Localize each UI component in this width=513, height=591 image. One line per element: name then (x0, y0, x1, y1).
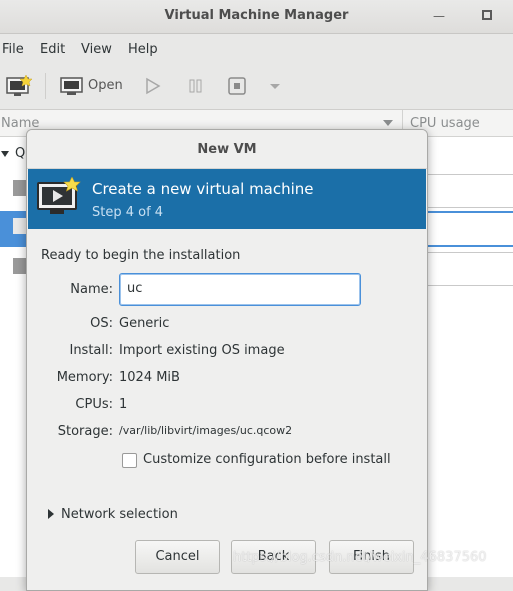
stop-icon (228, 77, 246, 95)
cpus-label: CPUs: (75, 397, 113, 412)
sort-down-icon[interactable] (382, 118, 394, 128)
minimize-icon[interactable]: — (432, 9, 446, 23)
play-icon (146, 77, 161, 95)
storage-label: Storage: (57, 424, 113, 439)
main-titlebar: Virtual Machine Manager — (0, 0, 513, 34)
cpus-value: 1 (119, 397, 128, 412)
cancel-button[interactable]: Cancel (135, 540, 220, 574)
dialog-title: New VM (197, 142, 257, 157)
customize-checkbox[interactable] (122, 453, 137, 468)
connection-group-label: Q (15, 146, 26, 161)
install-value: Import existing OS image (119, 343, 285, 358)
customize-label[interactable]: Customize configuration before install (143, 452, 391, 467)
wizard-banner: Create a new virtual machine Step 4 of 4 (28, 169, 426, 229)
chevron-down-icon (270, 84, 280, 89)
new-vm-button[interactable] (6, 74, 33, 97)
maximize-icon[interactable] (480, 9, 494, 23)
new-vm-icon (37, 177, 81, 214)
menu-view[interactable]: View (81, 42, 112, 57)
toolbar: Open (0, 63, 513, 110)
os-label: OS: (90, 316, 113, 331)
menu-help[interactable]: Help (128, 42, 158, 57)
name-input[interactable] (120, 274, 360, 303)
watermark: https://blog.csdn.net/weixin_46837560 (233, 550, 487, 565)
cpu-graph (426, 212, 513, 246)
new-vm-icon (6, 74, 33, 96)
install-label: Install: (69, 343, 113, 358)
cpu-graph (426, 252, 513, 286)
shutdown-menu-button[interactable] (269, 75, 281, 97)
os-value: Generic (119, 316, 170, 331)
pause-button[interactable] (188, 75, 204, 97)
open-label: Open (88, 78, 123, 93)
name-label: Name: (70, 282, 113, 297)
run-button[interactable] (144, 75, 162, 97)
menubar: File Edit View Help (0, 34, 513, 63)
dialog-titlebar: New VM (27, 130, 427, 169)
cpu-graph (426, 174, 513, 208)
new-vm-dialog: New VM Create a new virtual machine Step… (26, 129, 428, 591)
memory-label: Memory: (56, 370, 113, 385)
section-heading: Ready to begin the installation (41, 248, 241, 263)
name-field[interactable] (119, 273, 361, 306)
storage-value: /var/lib/libvirt/images/uc.qcow2 (119, 424, 293, 437)
open-button[interactable]: Open (60, 75, 123, 97)
banner-title: Create a new virtual machine (92, 180, 314, 198)
network-selection-expander[interactable]: Network selection (61, 507, 178, 522)
menu-file[interactable]: File (2, 42, 24, 57)
monitor-icon (60, 77, 83, 95)
pause-icon (189, 79, 202, 93)
menu-edit[interactable]: Edit (40, 42, 65, 57)
memory-value: 1024 MiB (119, 370, 180, 385)
toolbar-separator (45, 73, 46, 99)
expand-arrow-icon[interactable] (0, 149, 10, 159)
expander-arrow-icon[interactable] (47, 508, 55, 520)
banner-step: Step 4 of 4 (92, 205, 164, 220)
shutdown-button[interactable] (228, 75, 246, 97)
